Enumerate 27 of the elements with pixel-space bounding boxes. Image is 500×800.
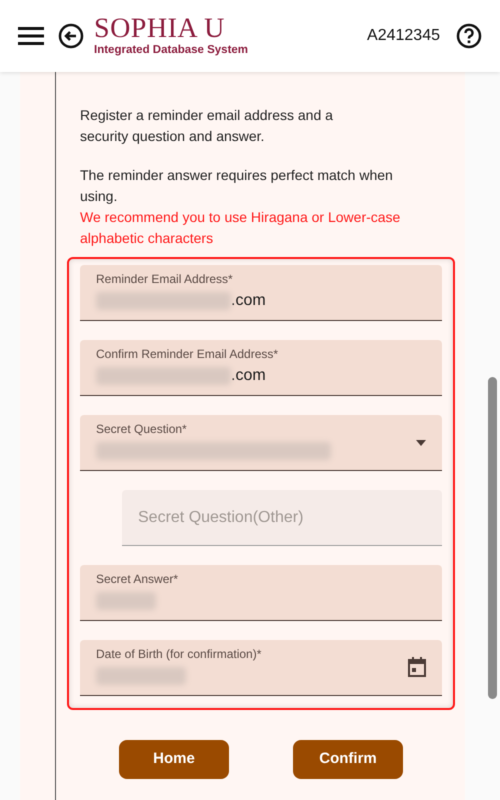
question-select[interactable]: Secret Question* — [80, 415, 442, 471]
home-button[interactable]: Home — [119, 740, 229, 779]
confirm-button[interactable]: Confirm — [293, 740, 403, 779]
field-label: Date of Birth (for confirmation)* — [96, 646, 262, 663]
caret-icon — [416, 440, 426, 446]
date-field[interactable]: Date of Birth (for confirmation)* — [80, 640, 442, 696]
calendar-icon — [408, 657, 426, 677]
field-value: .com — [231, 366, 266, 386]
blurred-value — [96, 592, 156, 610]
help-icon[interactable] — [456, 23, 482, 49]
logo-title: SOPHIA U — [94, 15, 226, 44]
input-field[interactable]: Secret Answer* — [80, 565, 442, 621]
field-label: Secret Question* — [96, 421, 188, 438]
user-id: A2412345 — [367, 26, 440, 46]
field-label: Confirm Reminder Email Address* — [96, 346, 280, 363]
field-label: Reminder Email Address* — [96, 271, 234, 288]
intro-text: Register a reminder email address and a security question and answer. — [80, 106, 334, 146]
input-field[interactable]: Confirm Reminder Email Address* .com — [80, 340, 442, 396]
logo-subtitle: Integrated Database System — [94, 45, 248, 57]
input-field[interactable]: Reminder Email Address* .com — [80, 265, 442, 321]
intro-text: The reminder answer requires perfect match when using. — [80, 166, 394, 206]
field-value: .com — [231, 291, 266, 311]
menu-icon[interactable] — [18, 27, 44, 45]
field-placeholder: Secret Question(Other) — [138, 508, 304, 528]
warning-text: We recommend you to use Hiragana or Lower-case alphabetic characters — [79, 208, 402, 248]
scrollbar-thumb[interactable] — [488, 377, 496, 699]
field-label: Secret Answer* — [96, 571, 180, 588]
